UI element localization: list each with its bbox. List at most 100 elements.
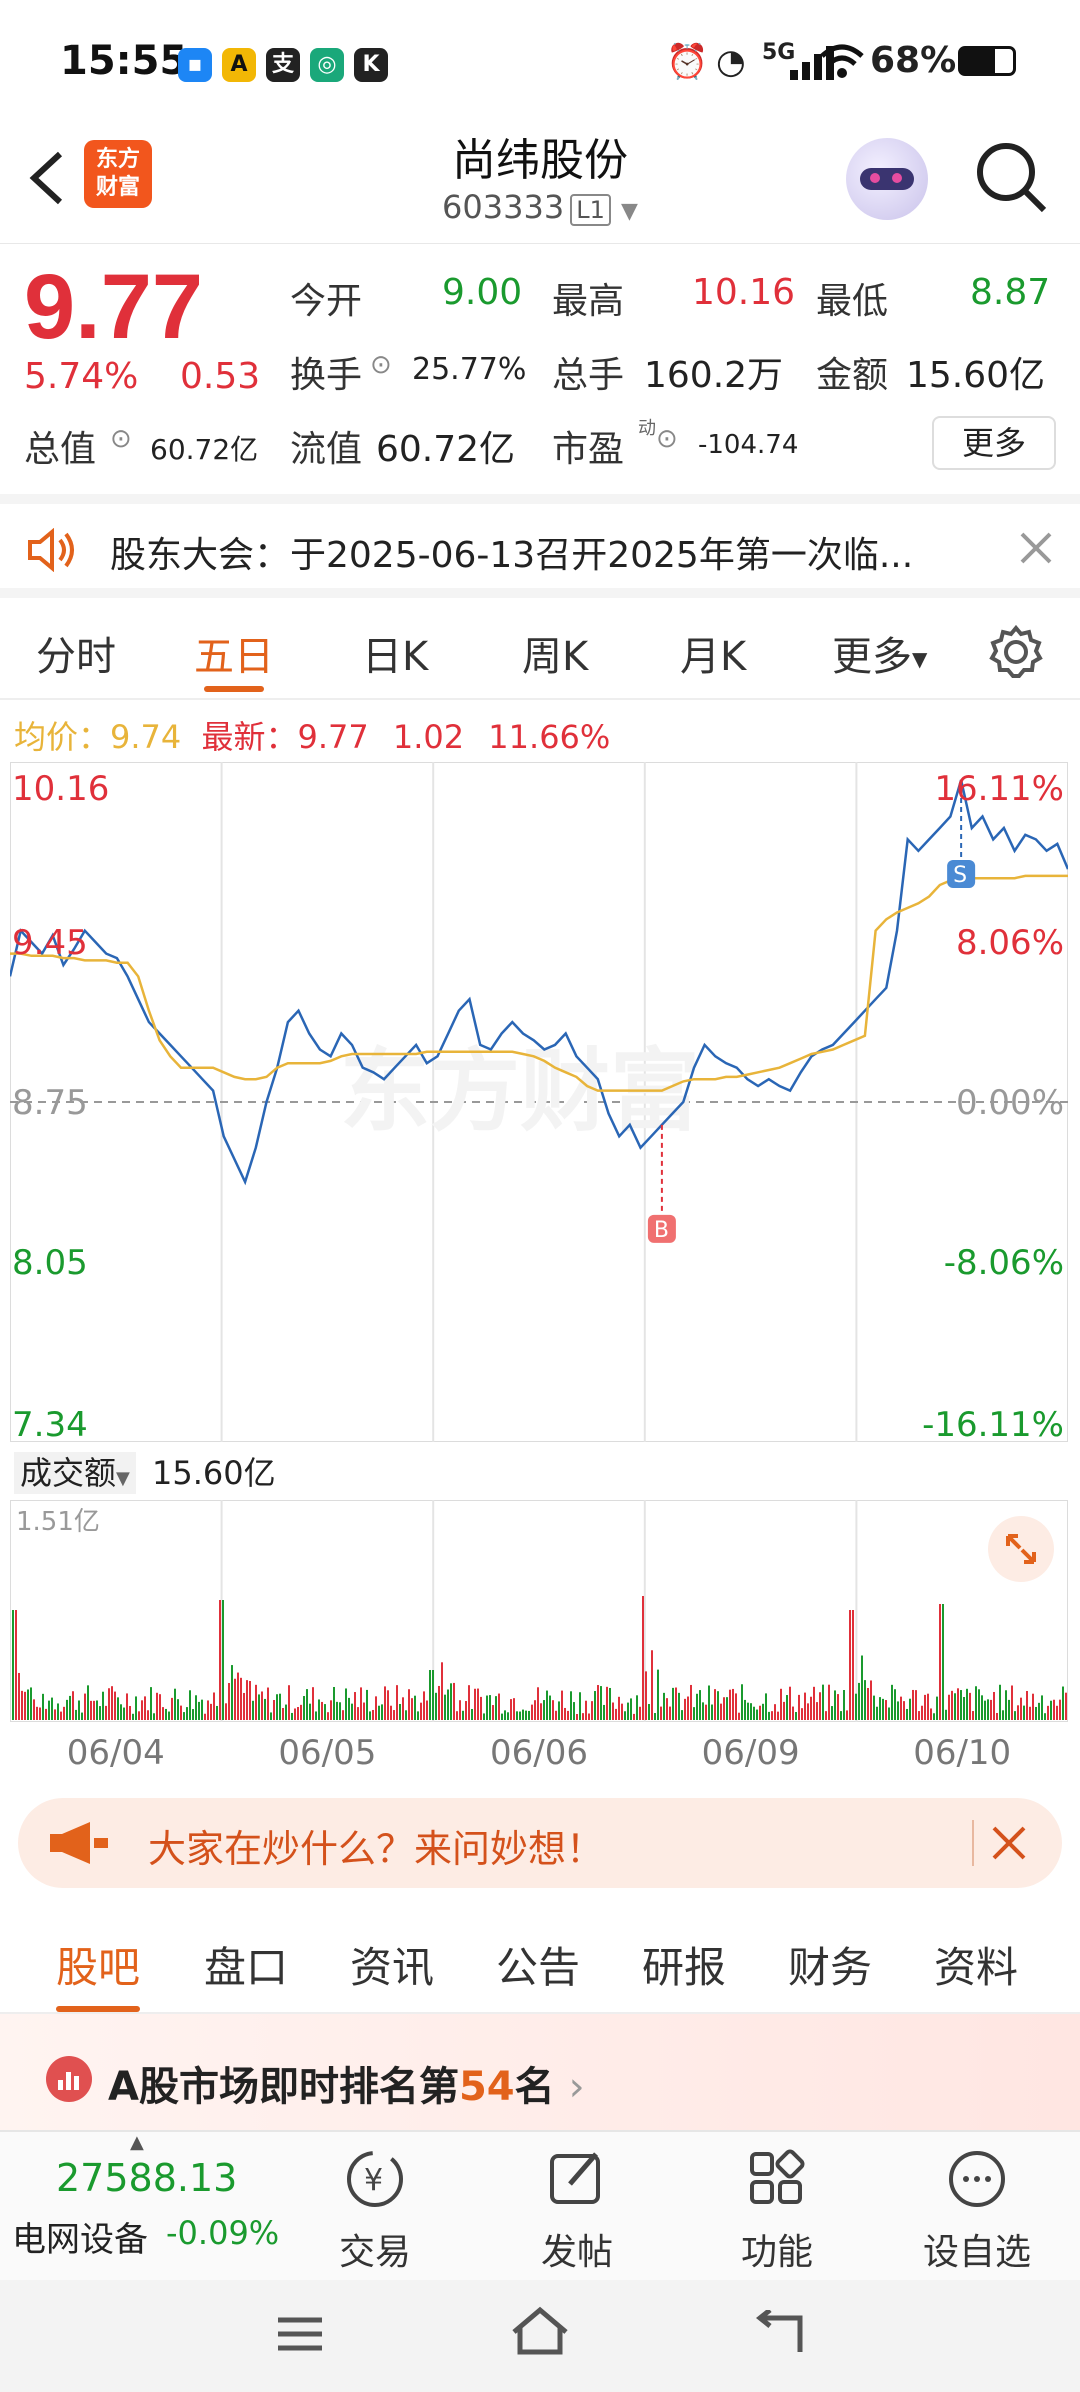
latest-change: 1.02	[392, 718, 465, 756]
low-label: 最低	[816, 281, 889, 322]
tab-five-day[interactable]: 五日	[194, 624, 274, 692]
volume-bar	[954, 1693, 956, 1720]
tab-daily-k[interactable]: 日K	[362, 624, 428, 682]
volume-bar	[711, 1704, 713, 1720]
volume-bar	[915, 1690, 917, 1720]
close-icon[interactable]	[990, 1824, 1028, 1862]
tab-forum[interactable]: 股吧	[56, 1934, 141, 2012]
trade-button[interactable]: ¥ 交易	[310, 2144, 440, 2275]
volume-bar	[42, 1693, 44, 1720]
volume-bar	[15, 1610, 17, 1720]
volume-bar	[594, 1691, 596, 1720]
price-chart[interactable]: 东方财富 BS 10.16 16.11%9.45 8.06%8.75 0.00%8.0…	[10, 762, 1068, 1442]
total-value: 60.72亿	[150, 433, 259, 466]
tab-finance[interactable]: 财务	[788, 1934, 872, 1995]
volume-bar	[108, 1688, 110, 1720]
index-name[interactable]: 电网设备	[12, 2212, 148, 2261]
home-icon[interactable]	[510, 2306, 570, 2358]
tab-profile[interactable]: 资料	[934, 1934, 1018, 1995]
index-value[interactable]: 27588.13	[56, 2156, 237, 2200]
add-watchlist-button[interactable]: 设自选	[912, 2144, 1042, 2275]
volume-bar	[657, 1669, 659, 1720]
volume-bar	[486, 1695, 488, 1720]
back-nav-icon[interactable]	[752, 2310, 806, 2356]
volume-bar	[996, 1712, 998, 1720]
volume-bar	[30, 1687, 32, 1720]
expand-icon[interactable]	[988, 1516, 1054, 1582]
volume-bar	[909, 1698, 911, 1720]
tab-research[interactable]: 研报	[642, 1934, 726, 1995]
search-icon[interactable]	[974, 140, 1050, 216]
volume-bar	[654, 1713, 656, 1720]
market-rank-card[interactable]: A股市场即时排名第54名 ›	[0, 2014, 1080, 2132]
y-axis-left-tick: 10.16	[12, 769, 109, 809]
amount-label: 金额	[816, 355, 889, 396]
volume-bar	[984, 1700, 986, 1720]
volume-bar	[111, 1686, 113, 1720]
volume-bar	[444, 1694, 446, 1720]
info-icon[interactable]: ⊙	[370, 350, 392, 380]
volume-bar	[873, 1695, 875, 1720]
tab-news[interactable]: 资讯	[350, 1934, 434, 1995]
latest-percent: 11.66%	[488, 718, 611, 756]
assistant-avatar-icon[interactable]	[846, 138, 928, 220]
volume-chart[interactable]: 1.51亿	[10, 1500, 1068, 1722]
volume-bar	[324, 1704, 326, 1720]
battery-percent: 68%	[870, 40, 957, 81]
volume-bar	[363, 1702, 365, 1720]
open-label: 今开	[290, 281, 363, 322]
volume-bar	[447, 1689, 449, 1720]
tab-weekly-k[interactable]: 周K	[522, 624, 588, 682]
tab-more[interactable]: 更多▼	[832, 624, 927, 682]
volume-bar	[237, 1672, 239, 1720]
volume-header[interactable]: 成交额▼ 15.60亿	[14, 1448, 276, 1494]
volume-bar	[84, 1693, 86, 1720]
volume-bar	[402, 1697, 404, 1720]
app-notification-icon: ◎	[310, 48, 344, 82]
ask-banner[interactable]: 大家在炒什么？来问妙想！	[18, 1798, 1062, 1888]
more-quote-button[interactable]: 更多	[932, 416, 1056, 470]
x-axis-date-label: 06/04	[67, 1733, 165, 1773]
volume-bar	[546, 1690, 548, 1720]
tab-announcements[interactable]: 公告	[496, 1934, 580, 1995]
volume-bar	[636, 1695, 638, 1720]
volume-bar	[870, 1680, 872, 1720]
volume-bar	[597, 1685, 599, 1720]
volume-bar	[1050, 1700, 1052, 1720]
close-icon[interactable]	[1018, 530, 1054, 566]
volume-bar	[900, 1696, 902, 1720]
chevron-up-icon: ▲	[130, 2132, 144, 2153]
gear-icon[interactable]	[988, 624, 1044, 680]
volume-bar	[747, 1702, 749, 1720]
high-label: 最高	[552, 281, 625, 322]
post-button[interactable]: 发帖	[512, 2144, 642, 2275]
chevron-down-icon: ▼	[621, 199, 638, 224]
latest-value: 9.77	[297, 718, 369, 756]
volume-bar	[273, 1699, 275, 1720]
tab-monthly-k[interactable]: 月K	[680, 624, 746, 682]
volume-bar	[1038, 1702, 1040, 1720]
volume-bar	[543, 1700, 545, 1720]
volume-bar	[219, 1600, 221, 1720]
y-axis-right-tick: 16.11%	[934, 769, 1064, 809]
volume-bar	[1020, 1697, 1022, 1720]
notice-bar[interactable]: 股东大会：于2025-06-13召开2025年第一次临...	[0, 494, 1080, 598]
level-tag: L1	[570, 194, 611, 226]
volume-bar	[12, 1610, 14, 1720]
volume-bar	[987, 1699, 989, 1720]
volume-bar	[453, 1682, 455, 1720]
functions-button[interactable]: 功能	[712, 2144, 842, 2275]
volume-bar	[165, 1708, 167, 1720]
info-icon[interactable]: ⊙	[656, 424, 678, 454]
turnover-rate-label: 换手	[290, 355, 363, 396]
tab-intraday[interactable]: 分时	[36, 624, 116, 682]
tab-orderbook[interactable]: 盘口	[204, 1934, 288, 1995]
info-icon[interactable]: ⊙	[110, 424, 132, 454]
volume-bar	[405, 1710, 407, 1720]
menu-icon[interactable]	[274, 2312, 326, 2356]
volume-total: 15.60亿	[152, 1454, 276, 1492]
volume-bar	[21, 1690, 23, 1720]
volume-bar	[723, 1697, 725, 1720]
volume-bar	[441, 1662, 443, 1720]
volume-bar	[132, 1713, 134, 1720]
